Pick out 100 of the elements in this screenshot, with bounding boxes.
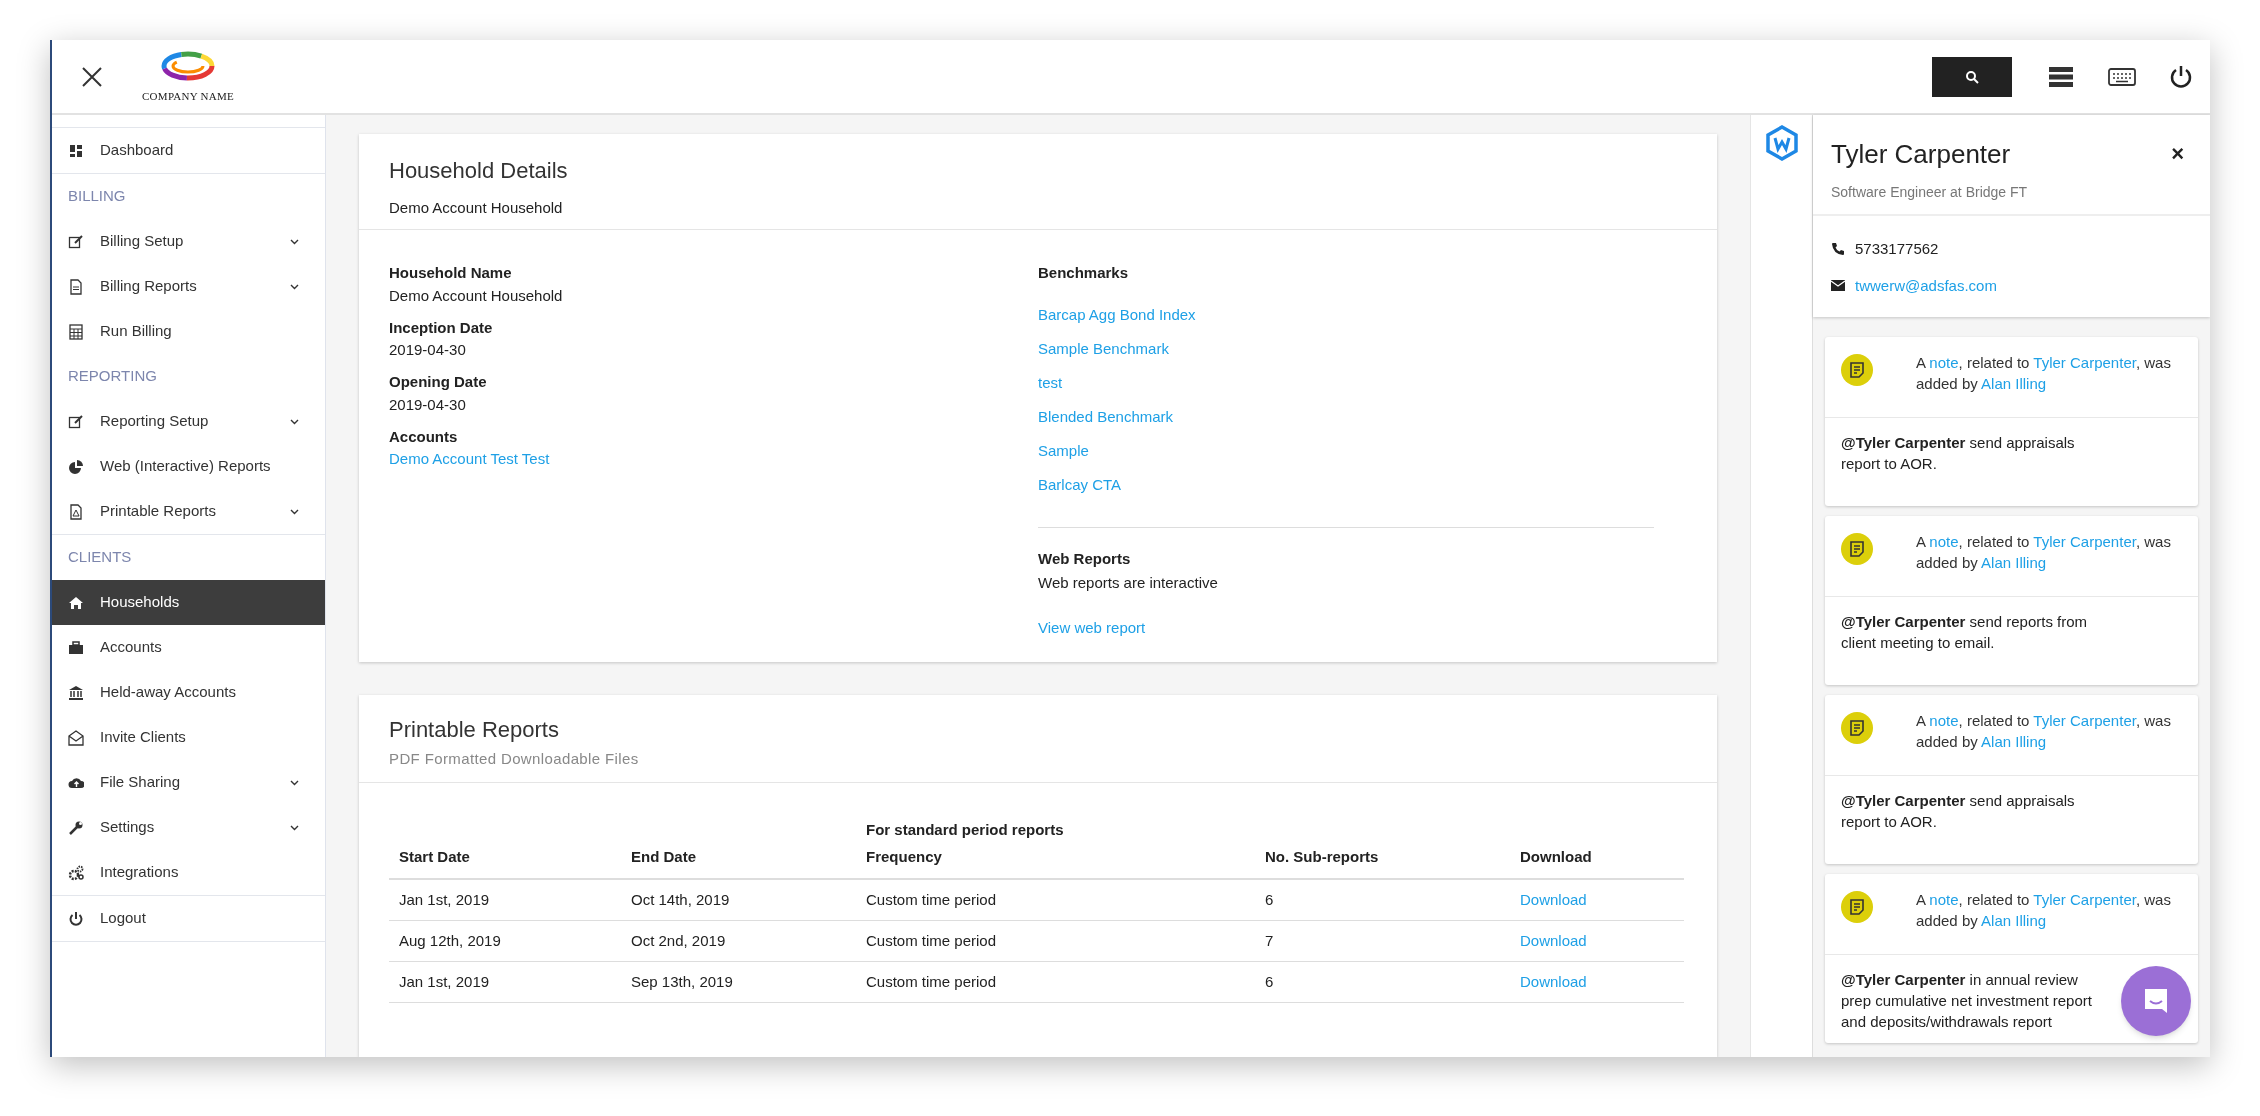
download-link[interactable]: Download bbox=[1510, 888, 1684, 912]
note-summary: A note, related to Tyler Carpenter, was added by Alan Illing bbox=[1916, 711, 2172, 752]
bank-icon bbox=[68, 684, 84, 701]
field-label: Accounts bbox=[389, 426, 459, 447]
note-link[interactable]: Alan Illing bbox=[1981, 733, 2047, 750]
power-icon[interactable] bbox=[2170, 64, 2192, 89]
note-icon bbox=[1841, 712, 1873, 744]
phone-icon bbox=[1831, 242, 1845, 257]
note-icon bbox=[1841, 891, 1873, 923]
section-description: Web reports are interactive bbox=[1038, 573, 1219, 593]
note-link[interactable]: Alan Illing bbox=[1981, 912, 2047, 929]
note-link[interactable]: note bbox=[1929, 891, 1959, 908]
table-cell-text: Aug 12th, 2019 bbox=[398, 930, 502, 951]
phone-number: 5733177562 bbox=[1855, 239, 1939, 259]
pie-chart-icon bbox=[68, 458, 84, 475]
envelope-icon bbox=[1831, 280, 1845, 292]
section-heading: BILLING bbox=[67, 186, 127, 207]
table-cell-text: Custom time period bbox=[865, 930, 998, 951]
briefcase-icon bbox=[68, 639, 84, 656]
pdf-document-icon bbox=[68, 503, 84, 520]
download-link[interactable]: Download bbox=[1510, 929, 1684, 953]
field-label: Inception Date bbox=[389, 317, 494, 338]
table-cell-text: Custom time period bbox=[865, 971, 998, 992]
table-cell-text: Oct 2nd, 2019 bbox=[630, 930, 727, 951]
column-header: Download bbox=[1520, 846, 1593, 867]
column-header: End Date bbox=[631, 846, 697, 867]
note-link[interactable]: Tyler Carpenter bbox=[2033, 712, 2136, 729]
note-link[interactable]: Alan Illing bbox=[1981, 375, 2047, 392]
note-link[interactable]: Tyler Carpenter bbox=[2033, 533, 2136, 550]
edit-icon bbox=[68, 413, 84, 430]
table-cell-text: 7 bbox=[1264, 930, 1275, 951]
note-text: @Tyler Carpenter send appraisals report to AOR. bbox=[1841, 791, 2076, 832]
note-summary: A note, related to Tyler Carpenter, was added by Alan Illing bbox=[1916, 532, 2172, 573]
note-text: @Tyler Carpenter send appraisals report to AOR. bbox=[1841, 433, 2076, 474]
document-icon bbox=[68, 278, 84, 295]
close-button[interactable]: × bbox=[2171, 143, 2184, 165]
note-link[interactable]: note bbox=[1929, 354, 1959, 371]
card-subtitle: Demo Account Household bbox=[389, 198, 564, 218]
card-title: Printable Reports bbox=[389, 716, 560, 745]
keyboard-icon[interactable] bbox=[2108, 67, 2136, 86]
note-link[interactable]: note bbox=[1929, 533, 1959, 550]
column-header: Frequency bbox=[866, 846, 943, 867]
contact-role: Software Engineer at Bridge FT bbox=[1831, 183, 2029, 202]
account-link[interactable]: Demo Account Test Test bbox=[389, 448, 1038, 470]
table-cell-text: 6 bbox=[1264, 889, 1275, 910]
note-link[interactable]: note bbox=[1929, 712, 1959, 729]
section-heading: REPORTING bbox=[67, 366, 158, 387]
table-cell-text: 6 bbox=[1264, 971, 1275, 992]
calculator-icon bbox=[68, 323, 84, 340]
benchmark-link[interactable]: Sample Benchmark bbox=[1038, 332, 1654, 367]
contact-name: Tyler Carpenter bbox=[1831, 138, 2011, 171]
search-button[interactable] bbox=[1932, 56, 2012, 97]
wrench-icon bbox=[68, 819, 84, 836]
section-title: Web Reports bbox=[1038, 548, 1132, 569]
home-icon bbox=[68, 594, 84, 611]
benchmark-link[interactable]: Blended Benchmark bbox=[1038, 400, 1654, 435]
table-cell-text: Sep 13th, 2019 bbox=[630, 971, 734, 992]
note-text: @Tyler Carpenter in annual review prep cumulative net investment report and deposits/withdrawals report bbox=[1841, 970, 2093, 1032]
field-label: Opening Date bbox=[389, 372, 488, 392]
sidebar-item[interactable]: Households bbox=[52, 580, 325, 625]
benchmark-link[interactable]: Sample bbox=[1038, 434, 1654, 469]
table-cell-text: Jan 1st, 2019 bbox=[398, 971, 491, 992]
table-cell-text: Oct 14th, 2019 bbox=[630, 889, 731, 910]
section-title: Benchmarks bbox=[1038, 263, 1130, 283]
benchmark-link[interactable]: Barcap Agg Bond Index bbox=[1038, 298, 1654, 333]
search-icon bbox=[1965, 69, 1979, 84]
company-name: COMPANY NAME bbox=[142, 89, 235, 105]
note-icon bbox=[1841, 354, 1873, 386]
gears-icon bbox=[68, 864, 84, 881]
field-value: Demo Account Household bbox=[389, 285, 564, 306]
column-header: No. Sub-reports bbox=[1265, 846, 1380, 867]
note-text: @Tyler Carpenter send reports from client meeting to email. bbox=[1841, 612, 2089, 653]
note-summary: A note, related to Tyler Carpenter, was added by Alan Illing bbox=[1916, 890, 2172, 931]
view-web-report-link[interactable]: View web report bbox=[1038, 616, 1654, 639]
field-value: 2019-04-30 bbox=[389, 340, 467, 360]
column-note: For standard period reports bbox=[866, 820, 1065, 841]
server-icon[interactable] bbox=[2048, 65, 2074, 88]
grid-icon bbox=[68, 142, 84, 159]
column-header: Start Date bbox=[399, 846, 471, 867]
table-cell-text: Jan 1st, 2019 bbox=[398, 889, 491, 910]
email-link[interactable]: twwerw@adsfas.com bbox=[1855, 274, 1997, 297]
power-icon bbox=[68, 910, 84, 927]
note-icon bbox=[1841, 533, 1873, 565]
note-link[interactable]: Tyler Carpenter bbox=[2033, 354, 2136, 371]
field-label: Household Name bbox=[389, 263, 513, 283]
benchmark-link[interactable]: test bbox=[1038, 366, 1654, 401]
card-title: Household Details bbox=[389, 157, 569, 185]
hexagon-logo-icon[interactable] bbox=[1764, 125, 1799, 161]
download-link[interactable]: Download bbox=[1510, 970, 1684, 994]
note-link[interactable]: Alan Illing bbox=[1981, 554, 2047, 571]
section-heading: CLIENTS bbox=[67, 547, 133, 568]
note-summary: A note, related to Tyler Carpenter, was added by Alan Illing bbox=[1916, 353, 2172, 394]
close-icon bbox=[80, 64, 104, 89]
note-link[interactable]: Tyler Carpenter bbox=[2033, 891, 2136, 908]
benchmark-link[interactable]: Barlcay CTA bbox=[1038, 468, 1654, 503]
field-value: 2019-04-30 bbox=[389, 394, 467, 415]
edit-icon bbox=[68, 233, 84, 250]
card-subtitle: PDF Formatted Downloadable Files bbox=[389, 749, 640, 770]
table-cell-text: Custom time period bbox=[865, 889, 998, 910]
envelope-icon bbox=[68, 729, 84, 746]
